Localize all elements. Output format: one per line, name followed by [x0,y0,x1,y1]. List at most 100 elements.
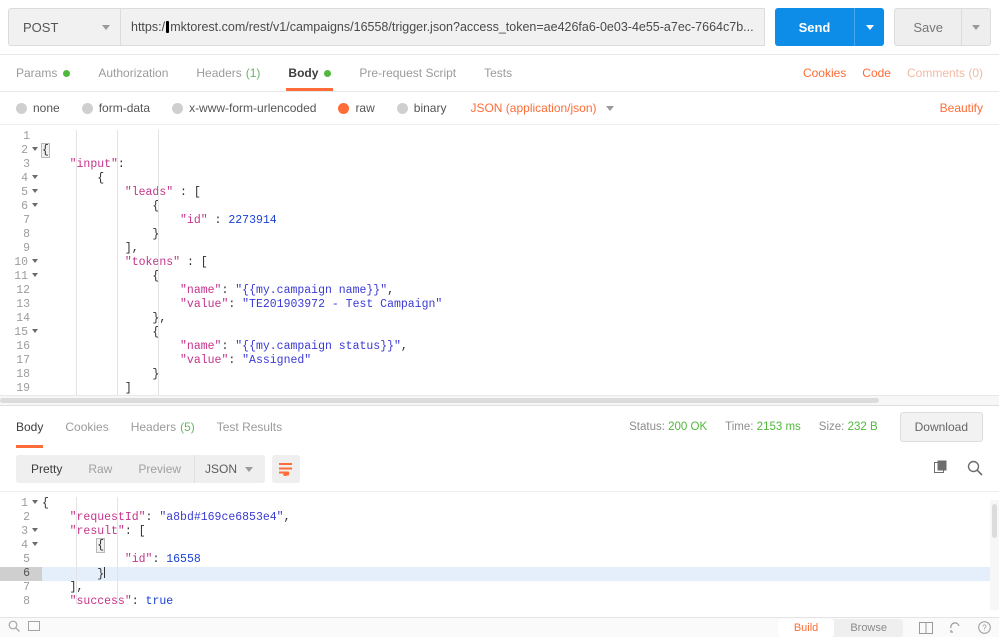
footer-build-tab[interactable]: Build [777,618,835,637]
beautify-button[interactable]: Beautify [940,101,983,115]
tab-tests[interactable]: Tests [484,55,526,91]
fold-arrow-icon[interactable] [32,259,38,263]
code-line[interactable]: { [42,200,999,214]
body-type-binary[interactable]: binary [396,101,446,115]
line-number: 5 [23,553,30,566]
layout-button[interactable] [919,621,933,634]
editor-horizontal-scrollbar[interactable] [0,395,999,405]
code-line[interactable] [42,130,999,144]
fold-arrow-icon[interactable] [32,542,38,546]
response-tab-body[interactable]: Body [16,406,44,448]
url-suffix: mktorest.com/rest/v1/campaigns/16558/tri… [170,20,754,34]
code-line[interactable]: }, [42,312,999,326]
code-line[interactable]: { [42,538,999,553]
code-line[interactable]: ], [42,242,999,256]
code-line[interactable]: } [42,368,999,382]
view-mode-preview[interactable]: Preview [125,455,194,483]
response-body-viewer[interactable]: 123456789 { "requestId": "a8bd#169ce6853… [0,491,999,604]
code-line[interactable]: "name": "{{my.campaign status}}", [42,340,999,354]
response-line-numbers: 123456789 [0,492,42,604]
console-button[interactable] [28,620,40,635]
response-tab-headers[interactable]: Headers (5) [131,406,195,448]
sync-icon [950,621,960,633]
code-line[interactable]: "value": "TE201903972 - Test Campaign" [42,298,999,312]
footer-browse-tab[interactable]: Browse [834,619,903,637]
response-view-modes: Pretty Raw Preview JSON [16,455,266,483]
code-line[interactable]: "value": "Assigned" [42,354,999,368]
save-button[interactable]: Save [894,8,961,46]
tab-body[interactable]: Body [286,55,345,91]
body-type-form-data[interactable]: form-data [81,101,150,115]
code-line[interactable]: } [42,228,999,242]
code-line[interactable]: "id": 16558 [42,553,999,567]
scrollbar-thumb[interactable] [992,504,997,538]
view-mode-pretty[interactable]: Pretty [18,455,75,483]
sync-button[interactable] [949,621,962,634]
chevron-down-icon [972,24,980,30]
postman-window: POST https:/ mktorest.com/rest/v1/campaig… [0,0,999,637]
http-method-select[interactable]: POST [8,8,120,46]
code-line[interactable]: "requestId": "a8bd#169ce6853e4", [42,511,999,525]
code-line[interactable]: "input": [42,158,999,172]
search-button[interactable] [967,460,983,479]
tab-pre-request-script[interactable]: Pre-request Script [359,55,470,91]
copy-button[interactable] [934,460,949,478]
download-button[interactable]: Download [899,411,983,442]
scrollbar-thumb[interactable] [0,398,880,403]
code-line[interactable]: "success": true [42,595,999,604]
comments-link[interactable]: Comments (0) [907,66,983,80]
radio-icon-selected [338,102,350,114]
body-type-none[interactable]: none [16,101,60,115]
response-tab-cookies[interactable]: Cookies [65,406,108,448]
code-line[interactable]: { [41,143,999,158]
fold-arrow-icon[interactable] [32,175,38,179]
send-options-button[interactable] [854,8,885,46]
content-type-select[interactable]: JSON (application/json) [470,101,614,115]
send-button[interactable]: Send [774,8,855,46]
fold-arrow-icon[interactable] [32,273,38,277]
code-line[interactable]: { [42,270,999,284]
find-button[interactable] [8,620,20,635]
fold-arrow-icon[interactable] [32,500,38,504]
response-format-select[interactable]: JSON [194,455,263,483]
code-link[interactable]: Code [862,66,891,80]
code-line[interactable]: "name": "{{my.campaign name}}", [42,284,999,298]
wrap-lines-button[interactable] [272,455,301,483]
cookies-link[interactable]: Cookies [803,66,846,80]
fold-arrow-icon[interactable] [32,147,38,151]
footer-mode-toggle: Build Browse [777,618,903,637]
search-icon [967,460,983,476]
save-options-button[interactable] [961,8,991,46]
code-line[interactable]: ] [42,382,999,396]
response-vertical-scrollbar[interactable] [990,500,999,610]
code-line[interactable]: } [42,567,999,581]
help-button[interactable]: ? [978,621,991,634]
code-line[interactable]: { [42,172,999,186]
response-tab-test-results[interactable]: Test Results [217,406,282,448]
code-line[interactable]: "result": [ [42,525,999,539]
url-input[interactable]: https:/ mktorest.com/rest/v1/campaigns/16… [120,8,765,46]
request-code-lines[interactable]: { "input": { "leads" : [ { "id" : 227391… [41,125,999,405]
fold-arrow-icon[interactable] [32,329,38,333]
radio-icon [81,102,93,114]
wrap-lines-icon [279,463,293,476]
code-line[interactable]: "leads" : [ [42,186,999,200]
view-mode-raw[interactable]: Raw [75,455,125,483]
request-body-editor[interactable]: 123456789101112131415161718192021 { "inp… [0,124,999,405]
request-url-bar: POST https:/ mktorest.com/rest/v1/campaig… [0,0,999,55]
fold-arrow-icon[interactable] [32,203,38,207]
code-line[interactable]: ], [42,581,999,595]
tab-headers[interactable]: Headers (1) [196,55,274,91]
code-line[interactable]: { [42,326,999,340]
response-code-lines[interactable]: { "requestId": "a8bd#169ce6853e4", "resu… [42,492,999,604]
fold-arrow-icon[interactable] [32,189,38,193]
tab-params[interactable]: Params [16,55,84,91]
status-label: Status: [629,420,665,433]
tab-authorization[interactable]: Authorization [98,55,182,91]
code-line[interactable]: { [42,497,999,511]
body-type-raw[interactable]: raw [338,101,375,115]
body-type-urlencoded[interactable]: x-www-form-urlencoded [172,101,316,115]
fold-arrow-icon[interactable] [32,528,38,532]
code-line[interactable]: "id" : 2273914 [42,214,999,228]
code-line[interactable]: "tokens" : [ [42,256,999,270]
